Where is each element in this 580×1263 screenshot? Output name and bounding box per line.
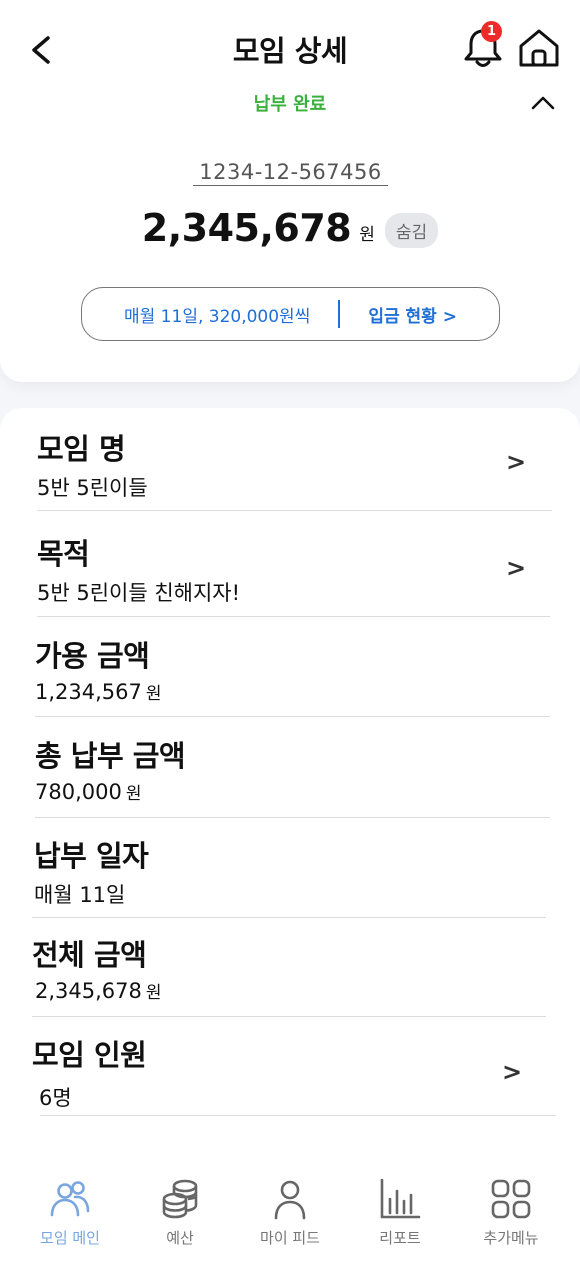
nav-label: 마이 피드 [260, 1229, 320, 1247]
members-title: 모임 인원 [32, 1038, 147, 1072]
bar-chart-icon [380, 1178, 421, 1219]
divider [37, 616, 550, 617]
nav-label: 모임 메인 [40, 1229, 100, 1247]
purpose-arrow[interactable]: > [506, 554, 526, 582]
chevron-up-icon [531, 96, 555, 110]
total-paid-value: 780,000 원 [35, 780, 142, 804]
pay-date-value: 매월 11일 [34, 883, 126, 907]
divider [37, 510, 552, 511]
account-number: 1234-12-567456 [193, 160, 388, 186]
notification-badge: 1 [481, 21, 502, 42]
pay-date-row: 납부 일자 매월 11일 [34, 833, 149, 909]
nav-item-report[interactable]: 리포트 [350, 1165, 450, 1248]
divider [40, 1115, 556, 1116]
available-amount-title: 가용 금액 [35, 639, 150, 673]
nav-label: 예산 [166, 1229, 194, 1247]
divider [35, 817, 550, 818]
nav-item-my-feed[interactable]: 마이 피드 [240, 1165, 340, 1248]
coins-icon [162, 1179, 198, 1219]
person-icon [274, 1180, 306, 1220]
divider [35, 716, 550, 717]
deposit-divider [338, 300, 341, 328]
total-amount-title: 전체 금액 [32, 938, 147, 972]
total-paid-row: 총 납부 금액 780,000 원 [35, 733, 186, 804]
balance-unit: 원 [359, 224, 375, 245]
hide-balance-button[interactable]: 숨김 [384, 212, 439, 248]
group-name-value: 5반 5린이들 [37, 476, 148, 500]
balance-row: 2,345,678 원 숨김 [0, 206, 580, 250]
divider [32, 917, 546, 918]
group-icon [50, 1181, 90, 1217]
nav-label: 추가메뉴 [483, 1229, 539, 1247]
total-amount-value: 2,345,678 원 [35, 979, 162, 1003]
nav-item-budget[interactable]: 예산 [130, 1165, 230, 1248]
summary-card: 모임 상세 1 납부 완료 1234-12-567456 2,345,678 원… [0, 0, 580, 382]
bottom-navigation: 모임 메인 예산 마이 피드 리포트 추가메뉴 [0, 1165, 580, 1263]
deposit-schedule: 매월 11일, 320,000원씩 [124, 306, 311, 327]
purpose-row[interactable]: 목적 5반 5린이들 친해지자! [37, 531, 240, 607]
purpose-value: 5반 5린이들 친해지자! [37, 581, 241, 605]
pay-date-title: 납부 일자 [34, 839, 149, 873]
purpose-title: 목적 [37, 537, 90, 571]
payment-status: 납부 완료 [253, 94, 327, 115]
group-name-title: 모임 명 [37, 432, 126, 466]
members-arrow[interactable]: > [502, 1058, 522, 1086]
total-amount-row: 전체 금액 2,345,678 원 [32, 932, 162, 1003]
grid-icon [491, 1179, 531, 1219]
group-name-arrow[interactable]: > [506, 448, 526, 476]
total-paid-title: 총 납부 금액 [35, 739, 186, 773]
members-value: 6명 [39, 1086, 72, 1110]
home-icon [519, 29, 559, 67]
deposit-info: 매월 11일, 320,000원씩 입금 현황 > [81, 287, 500, 341]
nav-item-more-menu[interactable]: 추가메뉴 [461, 1165, 561, 1248]
members-row[interactable]: 모임 인원 6명 [32, 1032, 147, 1112]
divider [32, 1016, 546, 1017]
nav-label: 리포트 [379, 1229, 421, 1247]
nav-item-group-main[interactable]: 모임 메인 [20, 1165, 120, 1248]
group-name-row[interactable]: 모임 명 5반 5린이들 [37, 426, 148, 502]
available-amount-value: 1,234,567 원 [35, 680, 162, 704]
home-button[interactable] [517, 26, 561, 70]
collapse-button[interactable] [528, 88, 558, 118]
available-amount-row: 가용 금액 1,234,567 원 [35, 633, 162, 704]
info-card: 모임 명 5반 5린이들 > 목적 5반 5린이들 친해지자! > 가용 금액 … [0, 408, 580, 1263]
balance-amount: 2,345,678 [141, 206, 352, 250]
deposit-status-link[interactable]: 입금 현황 > [368, 302, 457, 327]
